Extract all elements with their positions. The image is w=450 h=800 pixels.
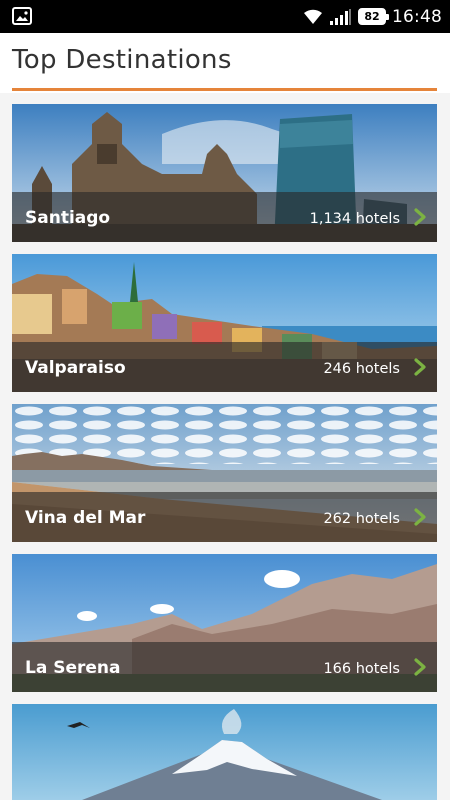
- destination-name: Valparaiso: [25, 358, 126, 378]
- page-title: Top Destinations: [12, 45, 232, 75]
- hotel-count: 246 hotels: [323, 361, 400, 377]
- destination-name: Santiago: [25, 208, 111, 228]
- destination-card-santiago[interactable]: Santiago 1,134 hotels: [12, 104, 437, 242]
- destination-photo: [12, 704, 437, 800]
- destination-card-vina-del-mar[interactable]: Vina del Mar 262 hotels: [12, 404, 437, 542]
- hotel-count: 262 hotels: [323, 511, 400, 527]
- status-bar: 82 16:48: [0, 0, 450, 33]
- clock: 16:48: [392, 6, 442, 27]
- destination-name: Vina del Mar: [25, 508, 146, 528]
- chevron-right-icon: [414, 658, 426, 676]
- battery-level: 82: [364, 10, 380, 23]
- hotel-count: 166 hotels: [323, 661, 400, 677]
- battery-indicator: 82: [358, 8, 389, 25]
- signal-icon: [330, 8, 351, 25]
- destination-name: La Serena: [25, 658, 121, 678]
- destination-card-valparaiso[interactable]: Valparaiso 246 hotels: [12, 254, 437, 392]
- chevron-right-icon: [414, 208, 426, 226]
- chevron-right-icon: [414, 508, 426, 526]
- page: Top Destinations Santiago 1,134 hotels V…: [0, 33, 450, 800]
- destination-card-la-serena[interactable]: La Serena 166 hotels: [12, 554, 437, 692]
- wifi-icon: [304, 9, 322, 24]
- hotel-count: 1,134 hotels: [309, 211, 400, 227]
- destination-card-5[interactable]: [12, 704, 437, 800]
- title-divider: [12, 88, 437, 91]
- page-header: Top Destinations: [0, 33, 450, 93]
- image-icon: [12, 7, 32, 25]
- chevron-right-icon: [414, 358, 426, 376]
